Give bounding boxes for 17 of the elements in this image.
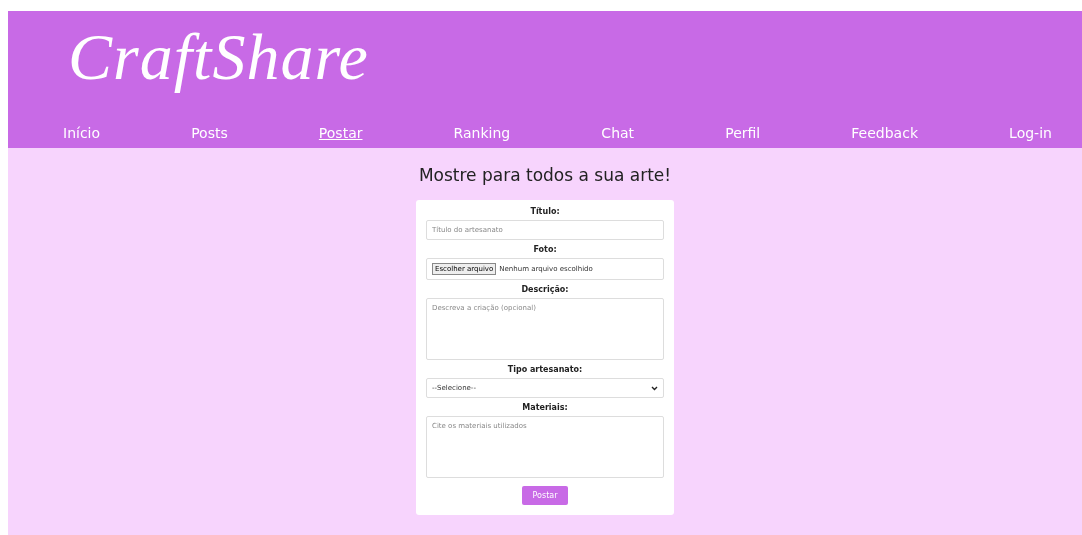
chevron-down-icon [651, 385, 658, 391]
nav-link[interactable]: Perfil [725, 125, 761, 141]
nav-link[interactable]: Log-in [1009, 125, 1052, 141]
nav-link[interactable]: Chat [601, 125, 635, 141]
page-heading: Mostre para todos a sua arte! [418, 165, 672, 185]
field-label: Foto: [533, 245, 557, 254]
field-label: Tipo artesanato: [507, 365, 583, 374]
nav-link[interactable]: Início [63, 125, 101, 141]
nav-link[interactable]: Postar [318, 125, 363, 141]
nav-link[interactable]: Posts [191, 125, 228, 141]
logo: CraftShare [67, 19, 369, 95]
submit-button[interactable]: Postar [521, 486, 569, 505]
nav-link[interactable]: Ranking [453, 125, 511, 141]
field-label: Materiais: [522, 403, 568, 412]
nav-link[interactable]: Feedback [851, 125, 918, 141]
field-label: Descrição: [521, 285, 569, 294]
field-label: Título: [530, 207, 560, 216]
